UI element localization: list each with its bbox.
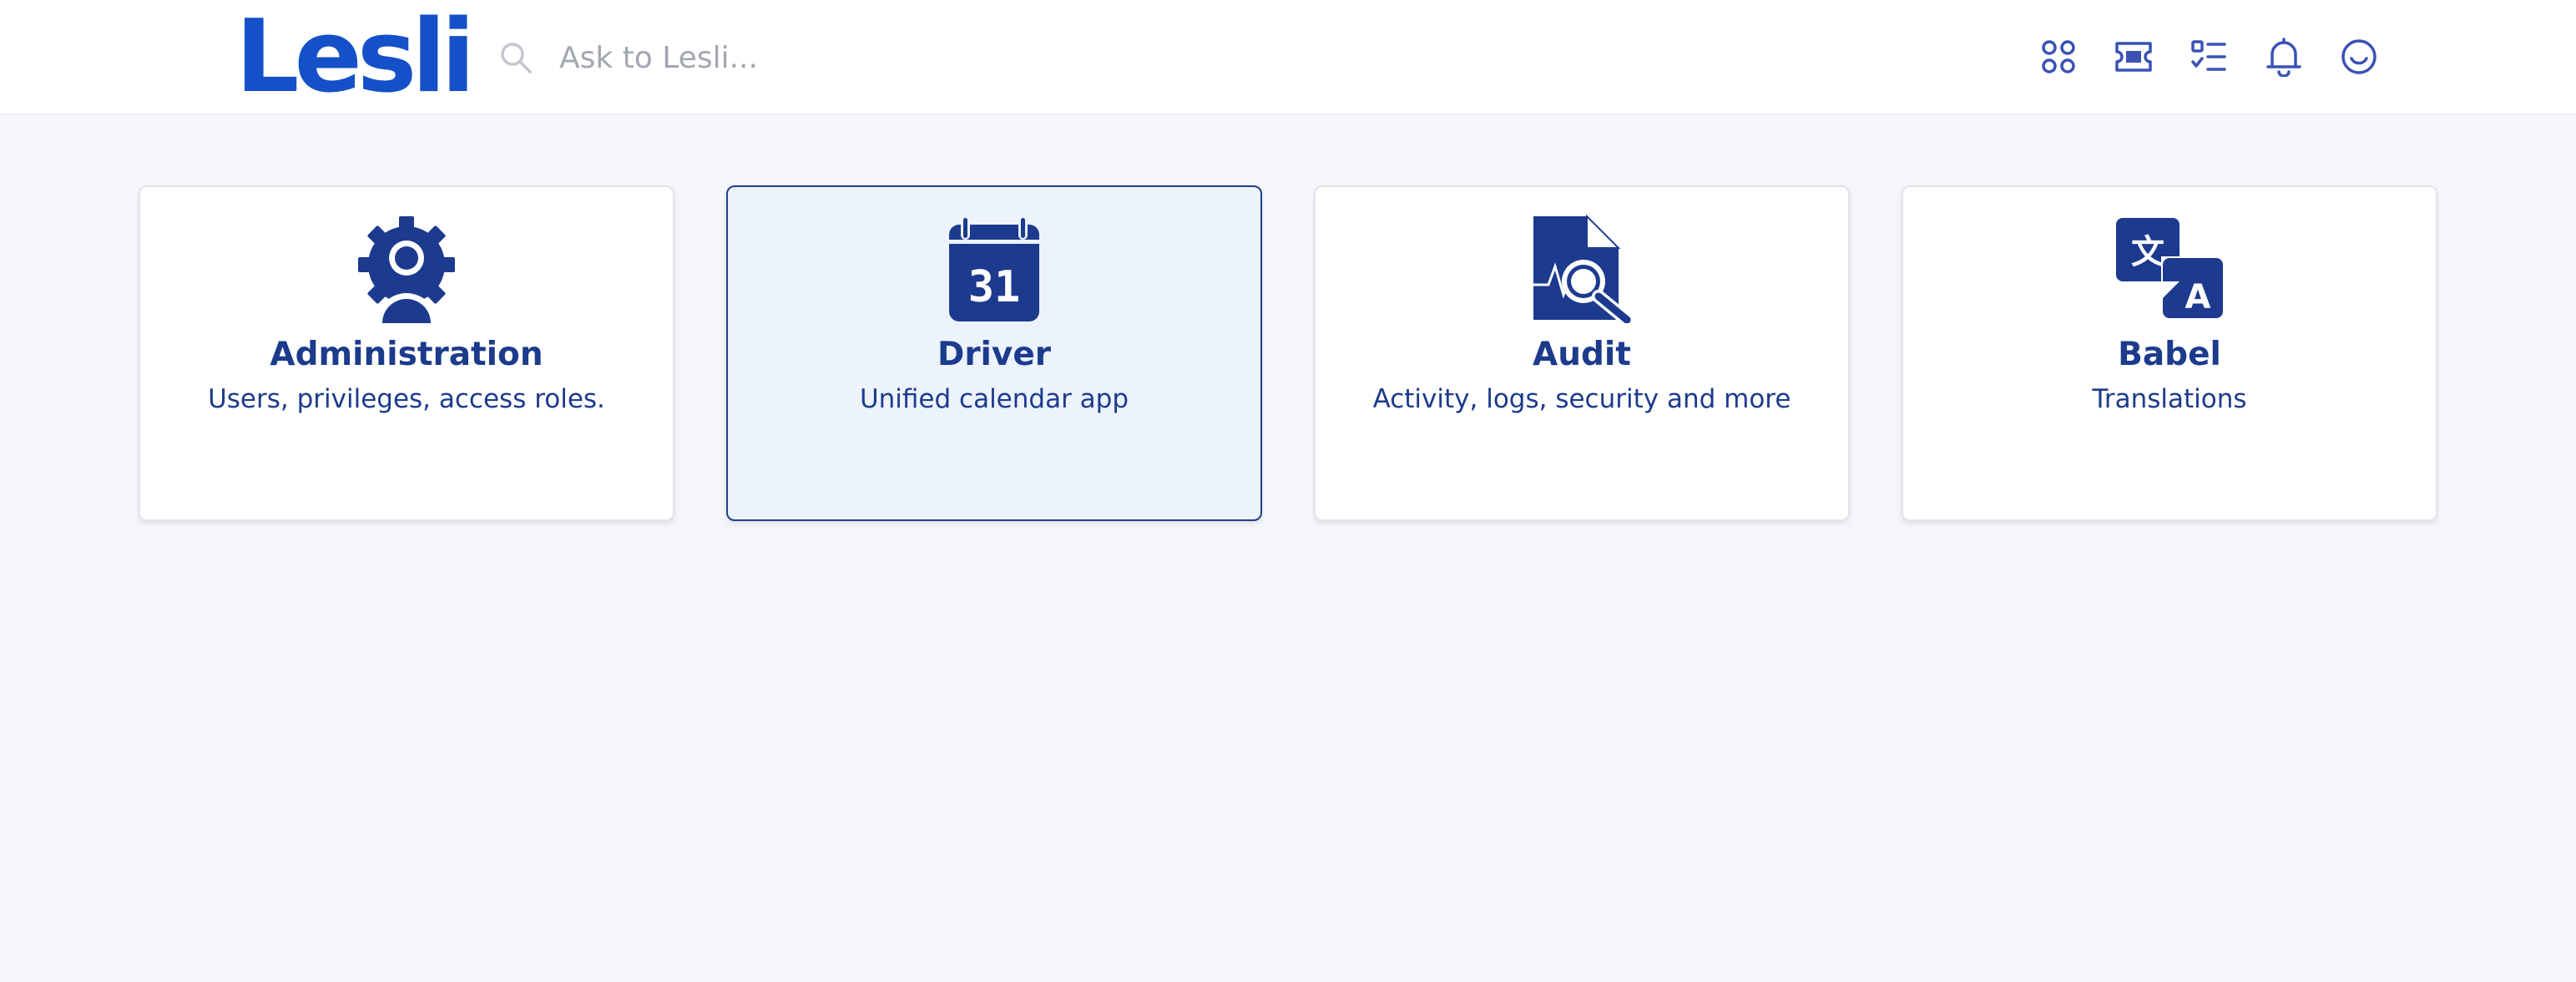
card-administration[interactable]: Administration Users, privileges, access…	[139, 185, 674, 521]
smiley-icon[interactable]	[2336, 33, 2382, 80]
translate-source-glyph: 文	[2131, 233, 2164, 271]
app-cards: Administration Users, privileges, access…	[139, 185, 2437, 521]
lesli-logo[interactable]: Lesli	[235, 2, 476, 114]
search-input[interactable]	[559, 33, 1210, 83]
bell-icon[interactable]	[2260, 33, 2307, 80]
user-gear-icon	[348, 214, 465, 324]
calendar-day-number: 31	[968, 262, 1021, 312]
card-description: Translations	[2092, 384, 2247, 414]
card-audit[interactable]: Audit Activity, logs, security and more	[1314, 185, 1850, 521]
ticket-icon[interactable]	[2110, 33, 2157, 80]
apps-icon[interactable]	[2035, 33, 2082, 80]
translate-icon: 文 A	[2111, 214, 2228, 324]
search-bar[interactable]	[498, 28, 1249, 87]
top-header: Lesli	[0, 0, 2576, 115]
card-title: Administration	[270, 336, 543, 373]
card-description: Activity, logs, security and more	[1372, 384, 1791, 414]
card-title: Babel	[2118, 336, 2221, 373]
card-title: Audit	[1533, 336, 1631, 373]
card-description: Unified calendar app	[859, 384, 1129, 414]
card-description: Users, privileges, access roles.	[208, 384, 605, 414]
card-driver[interactable]: 31 Driver Unified calendar app	[726, 185, 1262, 521]
header-icon-group	[2035, 33, 2382, 80]
calendar-icon: 31	[936, 214, 1053, 324]
translate-target-glyph: A	[2185, 278, 2211, 316]
document-search-icon	[1523, 214, 1640, 324]
card-title: Driver	[937, 336, 1052, 373]
card-babel[interactable]: 文 A Babel Translations	[1902, 185, 2437, 521]
tasks-icon[interactable]	[2185, 33, 2232, 80]
search-icon	[501, 43, 532, 73]
